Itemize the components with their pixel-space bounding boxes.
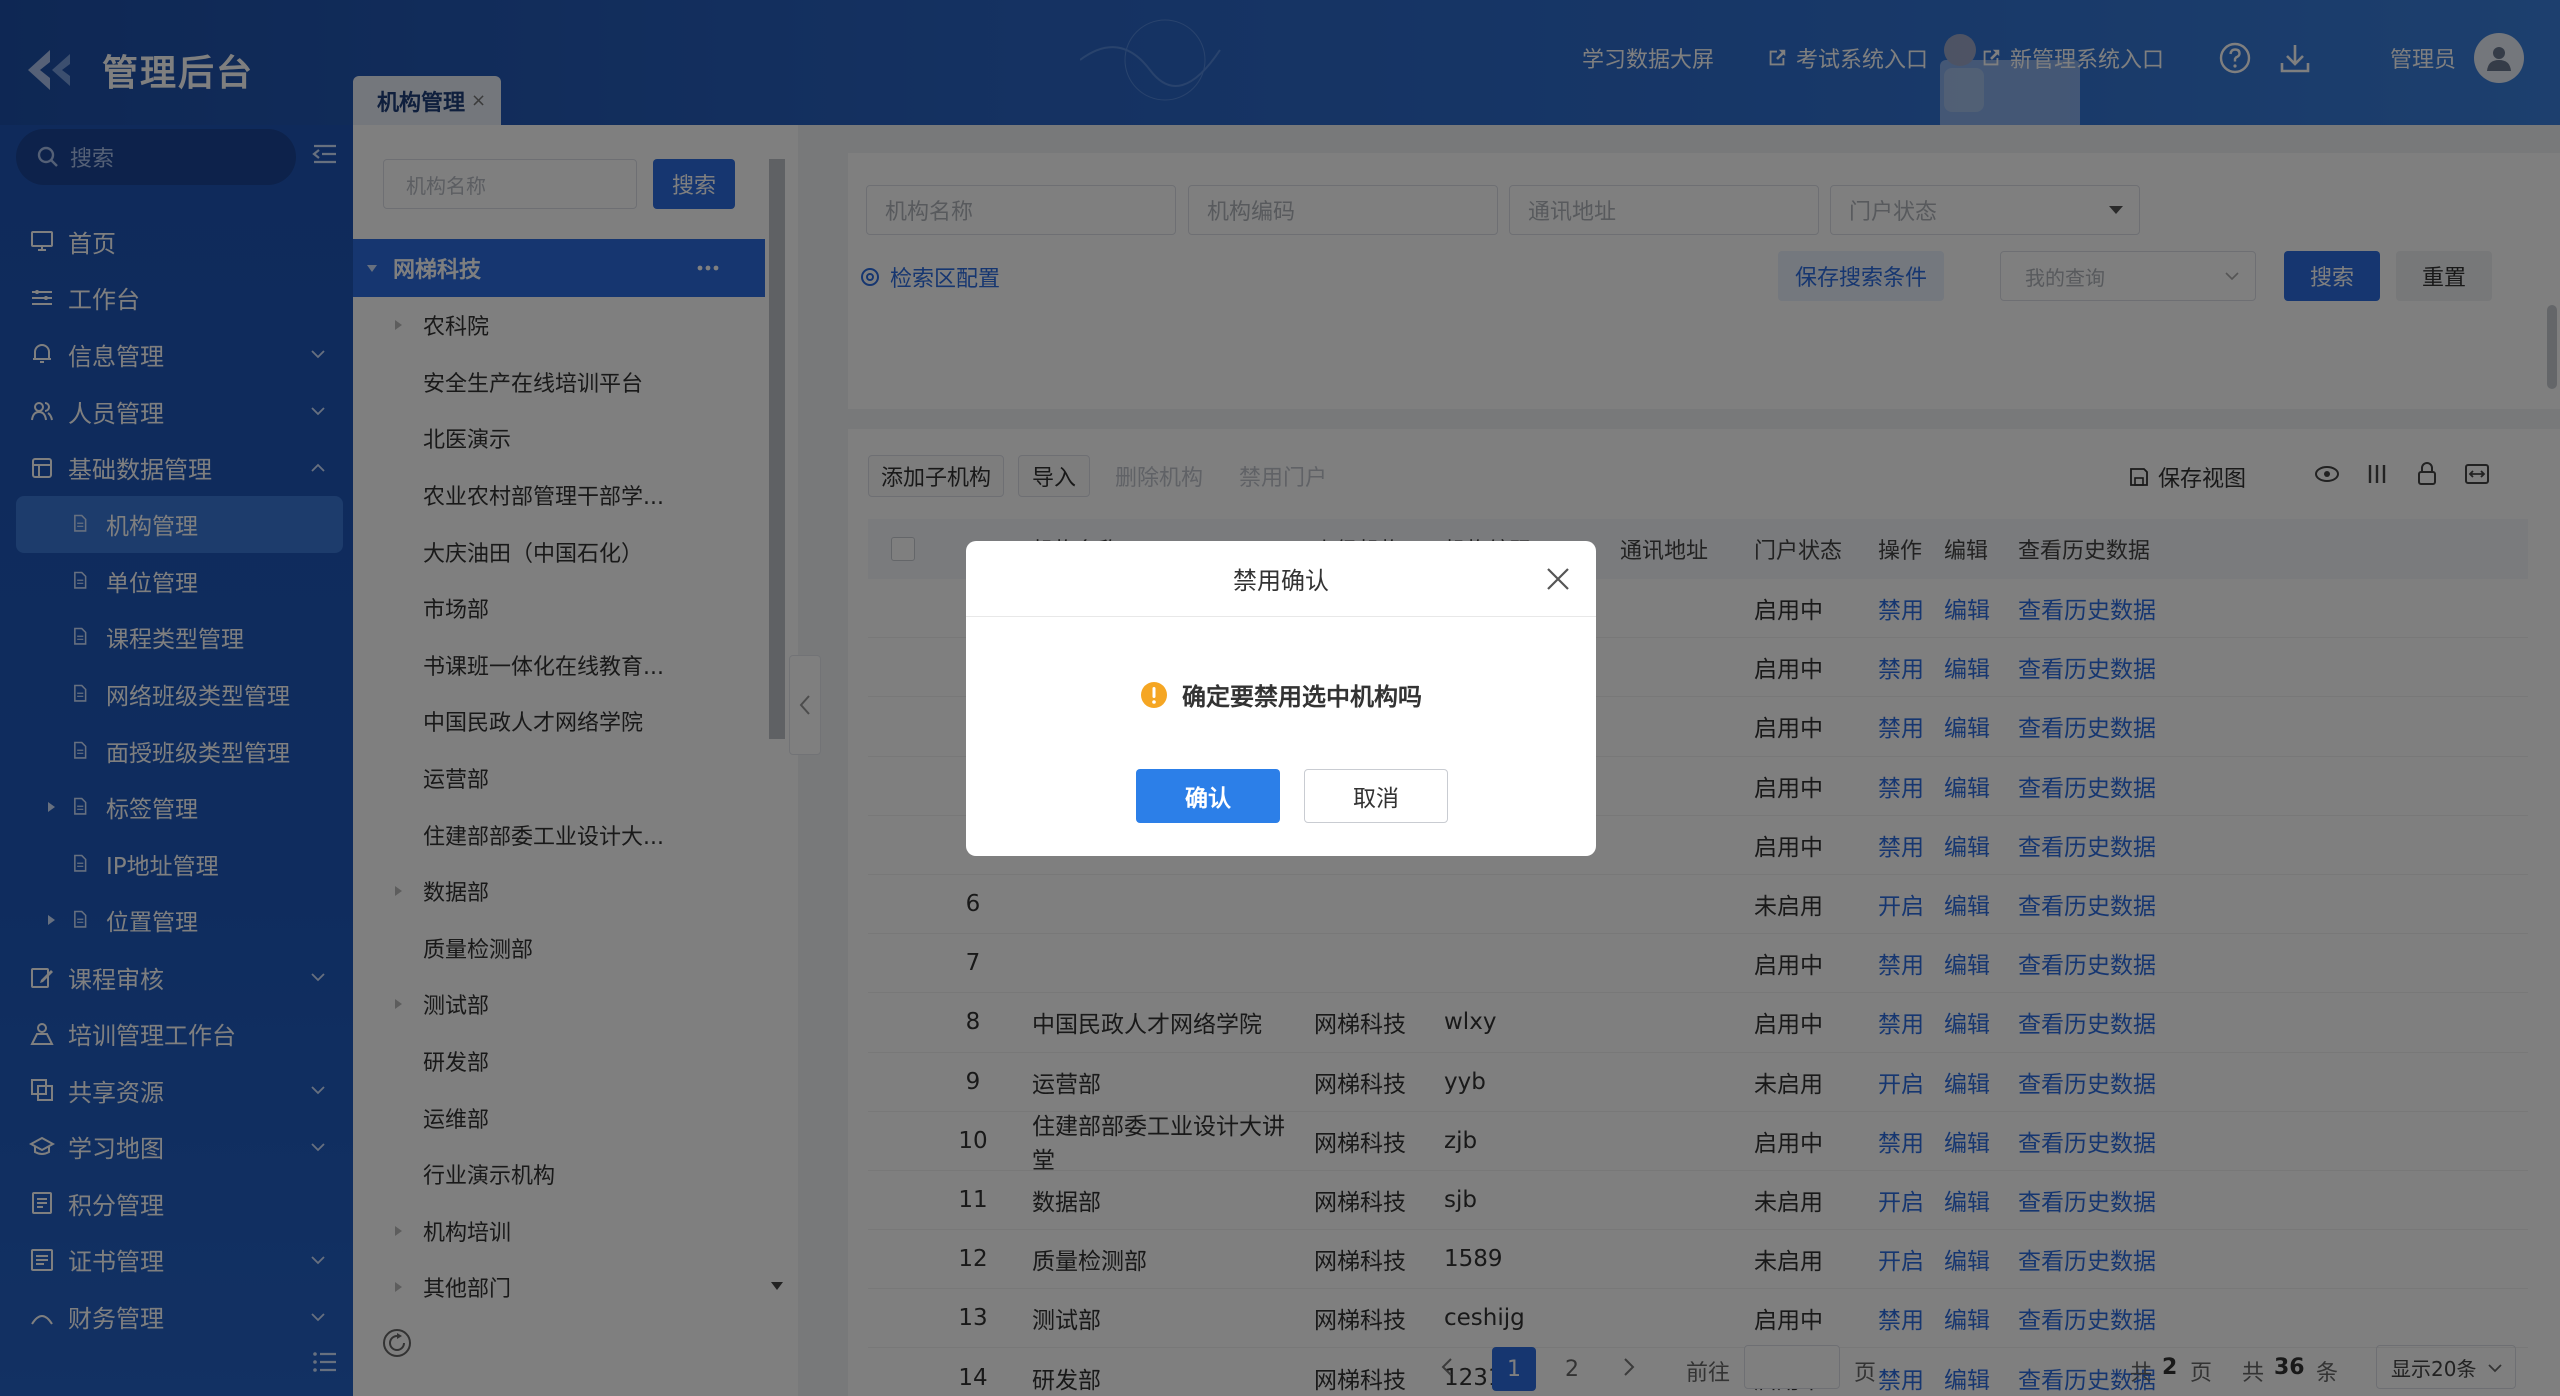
dialog-title: 禁用确认 — [1233, 567, 1329, 595]
close-icon[interactable] — [1542, 563, 1574, 595]
warning-icon — [1141, 681, 1167, 708]
confirm-button[interactable]: 确认 — [1136, 769, 1280, 823]
disable-confirm-dialog: 禁用确认 确定要禁用选中机构吗 确认 取消 — [966, 541, 1596, 856]
dialog-message: 确定要禁用选中机构吗 — [966, 677, 1596, 712]
cancel-button[interactable]: 取消 — [1304, 769, 1448, 823]
dialog-header: 禁用确认 — [966, 541, 1596, 617]
